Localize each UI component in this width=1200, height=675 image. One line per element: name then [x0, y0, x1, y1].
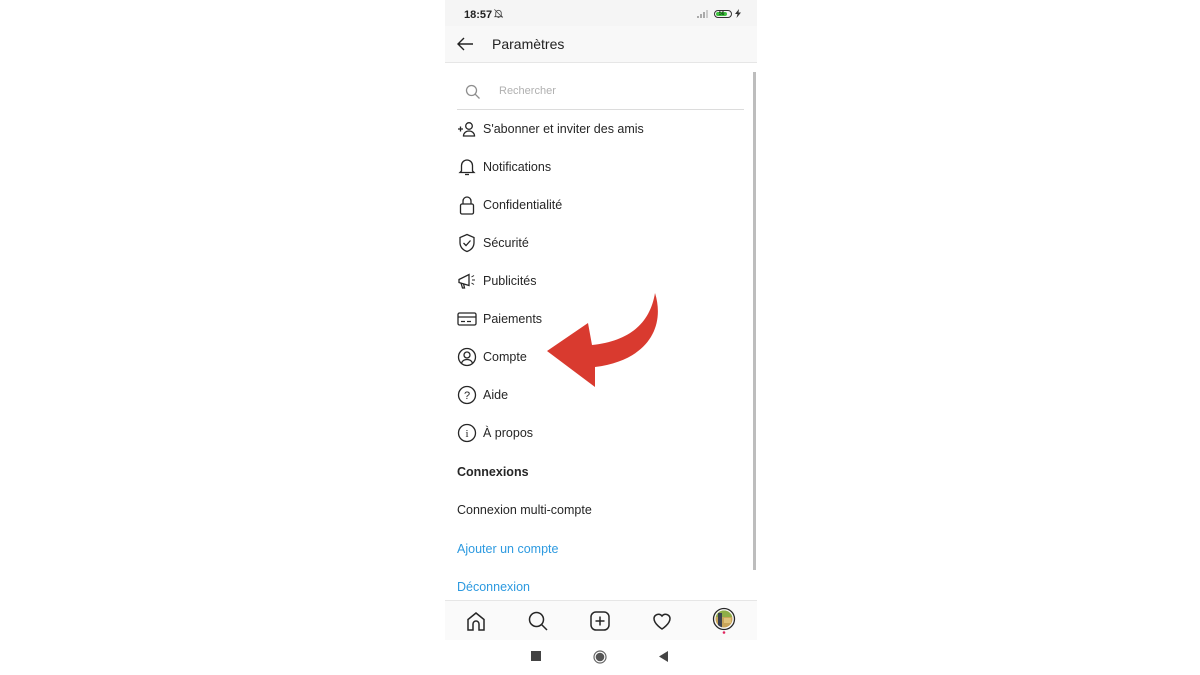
help-circle-icon: ? — [457, 385, 477, 405]
lock-icon — [457, 195, 477, 215]
bolt-icon — [735, 9, 741, 18]
app-header: Paramètres — [445, 26, 757, 63]
menu-item-privacy[interactable]: Confidentialité — [457, 190, 562, 220]
info-circle-icon: i — [457, 423, 477, 443]
menu-item-label: Notifications — [483, 160, 552, 174]
heart-icon[interactable] — [650, 609, 674, 633]
menu-item-follow-invite[interactable]: S'abonner et inviter des amis — [457, 114, 644, 144]
megaphone-icon — [457, 271, 477, 291]
bell-icon — [457, 157, 477, 177]
search-bar[interactable] — [457, 78, 744, 110]
signal-icon — [697, 9, 708, 18]
add-person-icon — [457, 119, 477, 139]
menu-item-label: Paiements — [483, 312, 543, 326]
page-title: Paramètres — [492, 36, 565, 52]
multi-account-login[interactable]: Connexion multi-compte — [457, 503, 592, 517]
shield-check-icon — [457, 233, 477, 253]
home-circle-icon[interactable] — [593, 650, 607, 664]
logout-link[interactable]: Déconnexion — [457, 580, 530, 594]
back-triangle-icon[interactable] — [659, 651, 669, 662]
svg-text:?: ? — [464, 390, 470, 402]
bell-off-icon — [493, 9, 504, 19]
menu-item-label: Publicités — [483, 274, 537, 288]
search-icon — [465, 84, 480, 99]
credit-card-icon — [457, 309, 477, 329]
battery-icon: 56 — [714, 9, 732, 18]
search-input[interactable] — [497, 84, 721, 98]
status-bar: 18:57 56 — [445, 0, 757, 26]
search-icon[interactable] — [526, 609, 550, 633]
scrollbar[interactable] — [753, 72, 756, 570]
connexions-heading: Connexions — [457, 465, 529, 479]
arrow-left-icon[interactable] — [455, 34, 475, 54]
menu-item-label: S'abonner et inviter des amis — [483, 122, 644, 136]
add-post-icon[interactable] — [588, 609, 612, 633]
menu-item-about[interactable]: i À propos — [457, 418, 533, 448]
menu-item-account[interactable]: Compte — [457, 342, 527, 372]
menu-item-label: Sécurité — [483, 236, 529, 250]
status-time: 18:57 — [464, 9, 493, 21]
android-nav-bar — [445, 640, 757, 675]
menu-item-label: Aide — [483, 388, 509, 402]
profile-avatar[interactable] — [712, 607, 736, 634]
status-icons: 56 — [697, 9, 741, 18]
menu-item-label: Compte — [483, 350, 527, 364]
menu-item-security[interactable]: Sécurité — [457, 228, 529, 258]
menu-item-notifications[interactable]: Notifications — [457, 152, 551, 182]
svg-text:i: i — [465, 428, 468, 440]
menu-item-help[interactable]: ? Aide — [457, 380, 508, 410]
home-icon[interactable] — [464, 609, 488, 633]
user-circle-icon — [457, 347, 477, 367]
annotation-arrow — [547, 293, 658, 387]
recents-icon[interactable] — [531, 651, 541, 661]
menu-item-label: Confidentialité — [483, 198, 563, 212]
menu-item-label: À propos — [483, 426, 534, 440]
menu-item-ads[interactable]: Publicités — [457, 266, 537, 296]
add-account-link[interactable]: Ajouter un compte — [457, 542, 558, 556]
menu-item-payments[interactable]: Paiements — [457, 304, 542, 334]
battery-level: 56 — [716, 11, 728, 16]
bottom-tab-bar — [445, 600, 757, 641]
